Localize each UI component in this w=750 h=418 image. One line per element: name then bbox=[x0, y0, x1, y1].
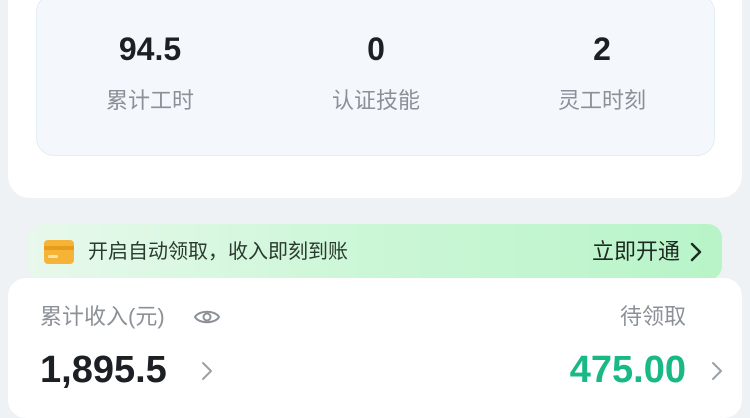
pending-label: 待领取 bbox=[619, 304, 686, 329]
total-income-value[interactable]: 1,895.5 bbox=[40, 348, 167, 392]
stat-value: 0 bbox=[367, 31, 385, 67]
chevron-right-icon[interactable] bbox=[200, 360, 214, 382]
enable-now-label: 立即开通 bbox=[591, 239, 680, 264]
wallet-icon bbox=[44, 240, 74, 264]
chevron-right-icon bbox=[690, 242, 702, 262]
stats-panel: 94.5 累计工时 0 认证技能 2 灵工时刻 bbox=[36, 0, 715, 156]
stat-label: 累计工时 bbox=[105, 88, 194, 113]
stat-label: 灵工时刻 bbox=[557, 88, 646, 113]
stat-label: 认证技能 bbox=[331, 88, 420, 113]
banner-text: 开启自动领取，收入即刻到账 bbox=[88, 241, 348, 263]
chevron-right-icon[interactable] bbox=[710, 360, 724, 382]
stat-value: 2 bbox=[593, 31, 611, 67]
pending-value[interactable]: 475.00 bbox=[570, 348, 686, 392]
stat-value: 94.5 bbox=[118, 31, 182, 67]
total-income-label: 累计收入(元) bbox=[40, 304, 165, 329]
income-card: 累计收入(元) 1,895.5 待领取 475.00 bbox=[8, 278, 742, 418]
eye-icon[interactable] bbox=[194, 308, 220, 326]
auto-claim-banner[interactable]: 开启自动领取，收入即刻到账 立即开通 bbox=[28, 224, 722, 280]
enable-now-button[interactable]: 立即开通 bbox=[592, 236, 704, 268]
